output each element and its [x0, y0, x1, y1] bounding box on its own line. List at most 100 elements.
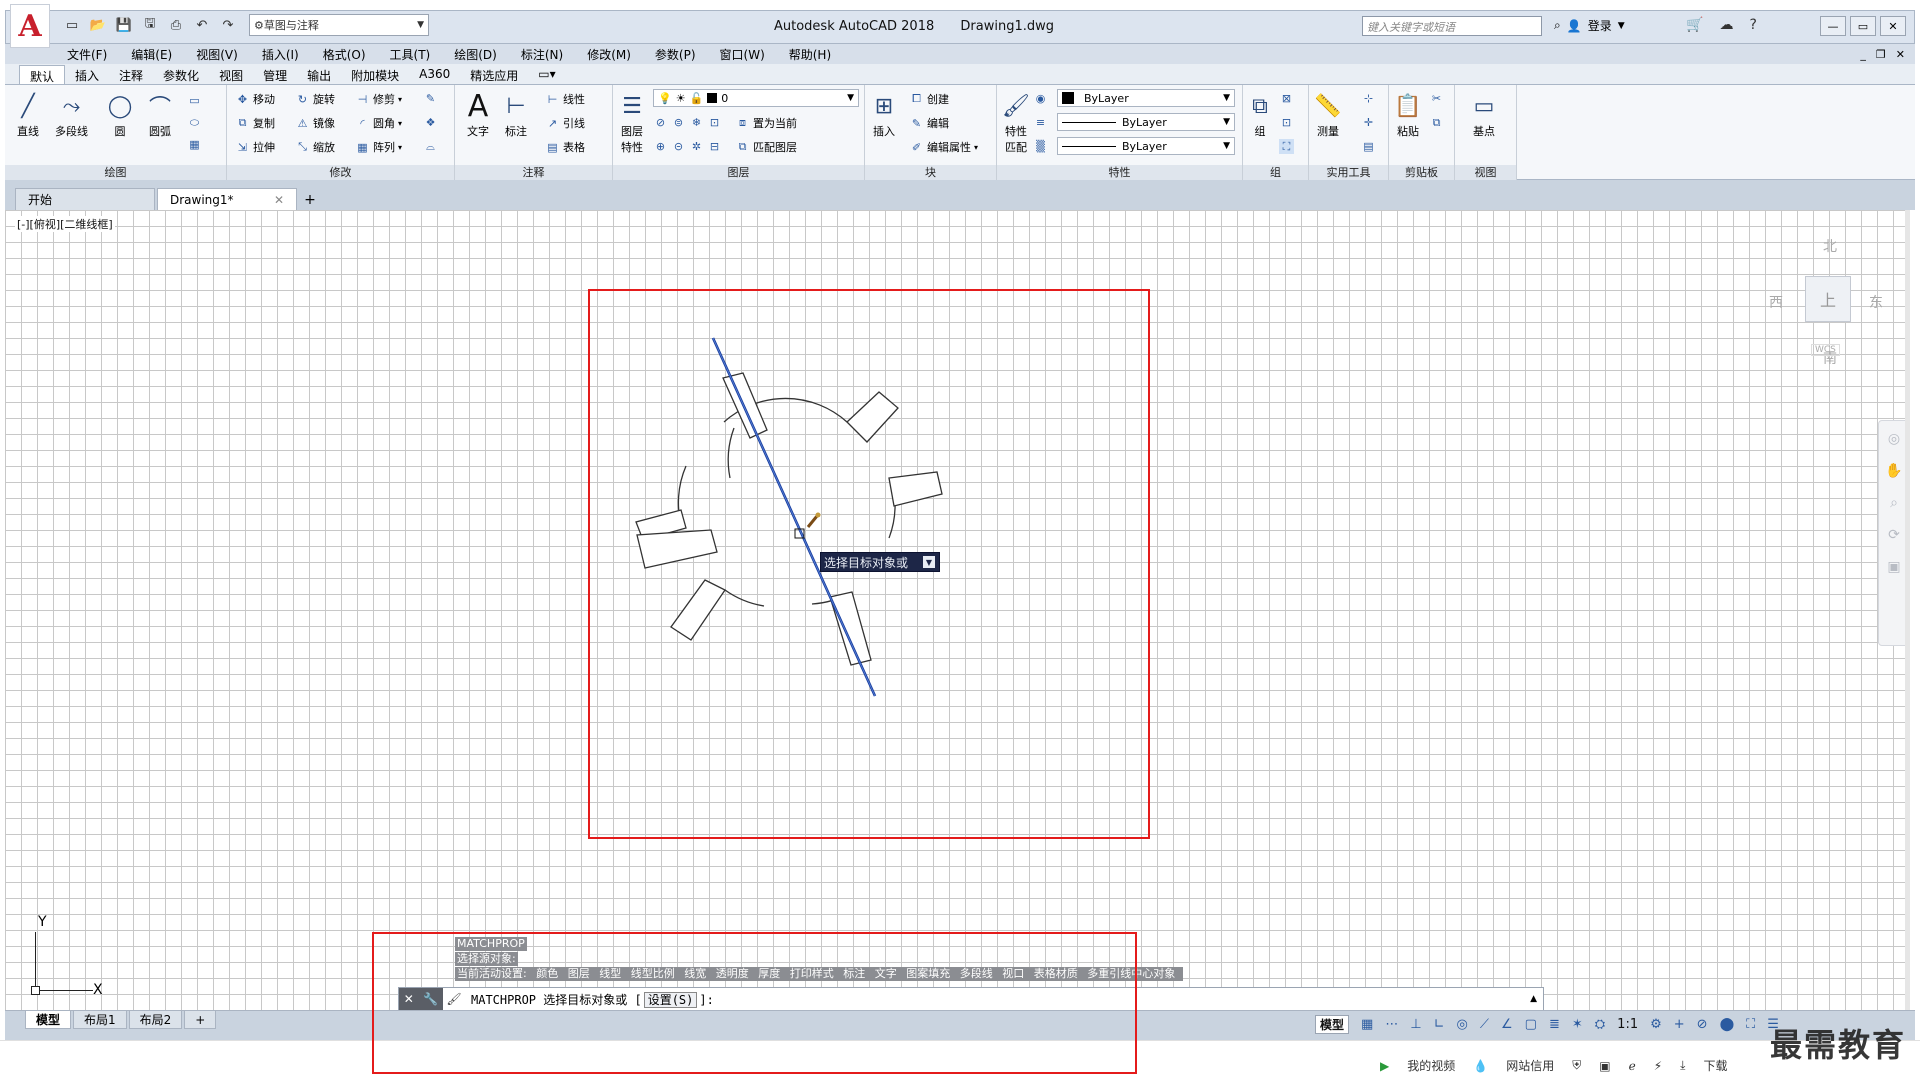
point-icon[interactable]: ✛	[1361, 115, 1376, 130]
base-view-button[interactable]: ▭ 基点	[1469, 89, 1499, 139]
explode-icon[interactable]: ❖	[423, 115, 438, 130]
maximize-button[interactable]: ▭	[1850, 16, 1876, 36]
group-selection-icon[interactable]: ⛶	[1279, 139, 1294, 154]
rotate-button[interactable]: ↻ 旋转	[295, 91, 335, 107]
close-icon[interactable]: ✕	[404, 992, 414, 1006]
isodraft-icon[interactable]: ⟋	[1480, 1017, 1489, 1032]
redo-icon[interactable]: ↷	[217, 14, 239, 36]
tab-layout1[interactable]: 布局1	[73, 1011, 127, 1029]
paste-button[interactable]: 📋 粘贴	[1393, 89, 1423, 139]
grid-icon[interactable]: ▦	[1361, 1017, 1373, 1032]
layer-freeze-icon[interactable]: ❄	[689, 115, 704, 130]
object-snap-tracking-icon[interactable]: ∠	[1501, 1017, 1513, 1032]
utilities-panel-title[interactable]: 实用工具	[1309, 165, 1388, 181]
annotation-visibility-icon[interactable]: ⛭	[1595, 1017, 1605, 1032]
hatch-icon[interactable]: ▦	[187, 137, 202, 152]
help-icon[interactable]: ?	[1749, 17, 1756, 33]
steering-wheel-icon[interactable]: ◎	[1888, 431, 1900, 447]
tab-annotate[interactable]: 注释	[109, 65, 153, 84]
showmotion-icon[interactable]: ▣	[1887, 559, 1900, 575]
mirror-button[interactable]: ⚠ 镜像	[295, 115, 335, 131]
hardware-acceleration-icon[interactable]: ⬤	[1720, 1017, 1735, 1032]
erase-icon[interactable]: ✎	[423, 91, 438, 106]
properties-panel-title[interactable]: 特性	[997, 165, 1242, 181]
quick-select-icon[interactable]: ⊹	[1361, 91, 1376, 106]
ortho-icon[interactable]: ∟	[1434, 1017, 1445, 1032]
tab-insert[interactable]: 插入	[65, 65, 109, 84]
layer-properties-button[interactable]: ☰ 图层 特性	[617, 89, 647, 155]
snap-icon[interactable]: ⋯	[1385, 1017, 1398, 1032]
lineweight-dropdown[interactable]: ByLayer ▼	[1057, 137, 1235, 155]
layer-unisolate-icon[interactable]: ⊝	[671, 139, 686, 154]
chevron-down-icon[interactable]: ▼	[923, 556, 935, 568]
tab-start[interactable]: 开始	[15, 188, 155, 210]
calculator-icon[interactable]: ▤	[1361, 139, 1376, 154]
stretch-button[interactable]: ⇲ 拉伸	[235, 139, 275, 155]
image-icon[interactable]: ▣	[1599, 1059, 1610, 1073]
restore-icon[interactable]: ❐	[1876, 48, 1886, 61]
close-icon[interactable]: ✕	[1896, 48, 1905, 61]
video-icon[interactable]: ▶	[1380, 1059, 1389, 1073]
layer-thaw-icon[interactable]: ✲	[689, 139, 704, 154]
color-wheel-icon[interactable]: ◉	[1033, 91, 1048, 106]
menu-parametric[interactable]: 参数(P)	[655, 46, 696, 63]
menu-dimension[interactable]: 标注(N)	[521, 46, 563, 63]
fillet-button[interactable]: ◜ 圆角 ▾	[355, 115, 402, 131]
scale-value[interactable]: 1:1	[1617, 1017, 1638, 1032]
layer-lock-icon[interactable]: ⊡	[707, 115, 722, 130]
close-button[interactable]: ✕	[1880, 16, 1906, 36]
undo-icon[interactable]: ↶	[191, 14, 213, 36]
workspace-gear-icon[interactable]: ⚙	[1650, 1017, 1662, 1032]
clipboard-panel-title[interactable]: 剪贴板	[1389, 165, 1454, 181]
search-input[interactable]: 键入关键字或短语	[1362, 16, 1542, 36]
set-current-button[interactable]: ⧈ 置为当前	[735, 115, 797, 131]
arc-button[interactable]: ⌒ 圆弧	[145, 89, 175, 139]
minimize-icon[interactable]: _	[1860, 48, 1866, 61]
leader-button[interactable]: ↗ 引线	[545, 115, 585, 131]
viewcube-top-face[interactable]: 上	[1805, 276, 1851, 322]
download-label[interactable]: 下载	[1703, 1057, 1727, 1074]
tab-a360[interactable]: A360	[409, 65, 460, 84]
table-button[interactable]: ▤ 表格	[545, 139, 585, 155]
group-button[interactable]: ⧉ 组	[1245, 89, 1275, 139]
vertical-scrollbar[interactable]	[1905, 210, 1910, 1010]
layer-dropdown[interactable]: 💡 ☀ 🔓 0 ▼	[653, 89, 859, 107]
menu-modify[interactable]: 修改(M)	[587, 46, 631, 63]
speed-icon[interactable]: ⚡	[1654, 1059, 1662, 1073]
create-block-button[interactable]: ⧠ 创建	[909, 91, 949, 107]
object-snap-icon[interactable]: ▢	[1525, 1017, 1537, 1032]
shield-icon[interactable]: ⛨	[1572, 1058, 1581, 1073]
fullscreen-icon[interactable]: ⛶	[1746, 1017, 1755, 1032]
tab-output[interactable]: 输出	[297, 65, 341, 84]
copy-button[interactable]: ⧉ 复制	[235, 115, 275, 131]
layer-unlock-icon[interactable]: ⊟	[707, 139, 722, 154]
binoculars-icon[interactable]: ⌕	[1554, 18, 1561, 33]
ribbon-options-icon[interactable]: ▭▾	[528, 65, 565, 84]
menu-format[interactable]: 格式(O)	[323, 46, 366, 63]
net-credit-label[interactable]: 网站信用	[1506, 1057, 1554, 1074]
model-space-toggle[interactable]: 模型	[1315, 1015, 1350, 1034]
dynamic-input-icon[interactable]: ⊥	[1410, 1017, 1421, 1032]
scale-button[interactable]: ⤡ 缩放	[295, 139, 335, 155]
ellipse-icon[interactable]: ⬭	[187, 115, 202, 130]
isolate-objects-icon[interactable]: ⊘	[1697, 1017, 1708, 1032]
polyline-button[interactable]: ⤳ 多段线	[55, 89, 88, 139]
viewcube[interactable]: 北 南 东 西 上 WCS	[1755, 220, 1883, 370]
modify-panel-title[interactable]: 修改	[227, 165, 454, 181]
groups-panel-title[interactable]: 组	[1243, 165, 1308, 181]
offset-icon[interactable]: ⌓	[423, 139, 438, 154]
pan-icon[interactable]: ✋	[1885, 463, 1902, 479]
tab-manage[interactable]: 管理	[253, 65, 297, 84]
color-dropdown[interactable]: ByLayer ▼	[1057, 89, 1235, 107]
viewcube-east[interactable]: 东	[1869, 292, 1883, 312]
command-prompt[interactable]: MATCHPROP 选择目标对象或 [设置(S)]:	[471, 991, 714, 1008]
wcs-menu[interactable]: WCS	[1811, 344, 1840, 356]
tab-featured-apps[interactable]: 精选应用	[460, 65, 528, 84]
lineweight-icon[interactable]: ≡	[1033, 115, 1048, 130]
insert-block-button[interactable]: ⊞ 插入	[869, 89, 899, 139]
view-panel-title[interactable]: 视图	[1455, 165, 1516, 181]
login-button[interactable]: ⌕ 👤 登录 ▼	[1554, 17, 1625, 34]
settings-option[interactable]: 设置(S)	[643, 991, 698, 1008]
a360-icon[interactable]: ☁	[1719, 17, 1733, 33]
line-button[interactable]: ╱ 直线	[13, 89, 43, 139]
